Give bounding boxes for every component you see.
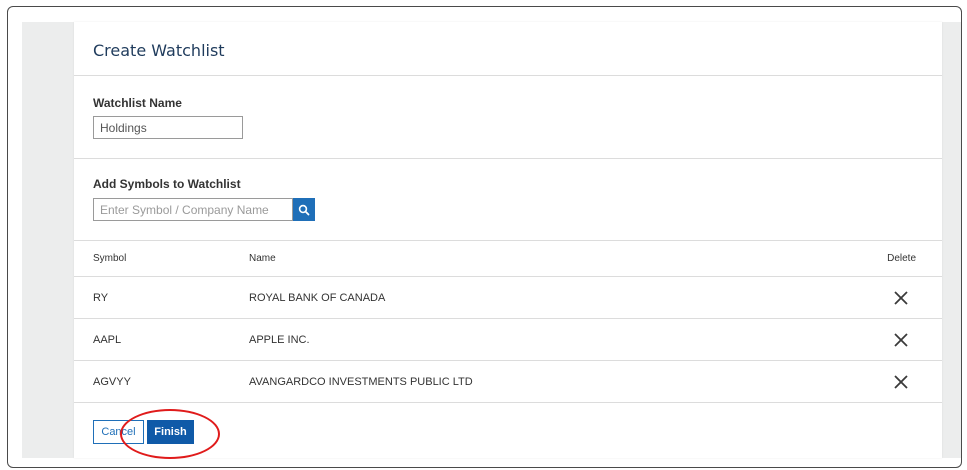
- row-name: APPLE INC.: [249, 334, 310, 346]
- delete-row-button[interactable]: [892, 289, 910, 307]
- create-watchlist-dialog: Create Watchlist Watchlist Name Add Symb…: [74, 22, 942, 458]
- page-backdrop: Create Watchlist Watchlist Name Add Symb…: [22, 22, 961, 458]
- dialog-header: Create Watchlist: [74, 22, 942, 76]
- watchlist-name-label: Watchlist Name: [93, 96, 182, 110]
- row-name: AVANGARDCO INVESTMENTS PUBLIC LTD: [249, 376, 473, 388]
- watchlist-name-section: Watchlist Name: [74, 76, 942, 159]
- column-header-delete: Delete: [887, 253, 916, 264]
- dialog-title: Create Watchlist: [93, 41, 225, 60]
- add-symbols-section: Add Symbols to Watchlist: [74, 159, 942, 241]
- delete-row-button[interactable]: [892, 373, 910, 391]
- table-row: AAPL APPLE INC.: [74, 319, 942, 361]
- row-symbol: AAPL: [93, 334, 122, 346]
- row-symbol: AGVYY: [93, 376, 131, 388]
- table-header-row: Symbol Name Delete: [74, 241, 942, 277]
- column-header-name: Name: [249, 253, 276, 264]
- delete-row-button[interactable]: [892, 331, 910, 349]
- add-symbols-label: Add Symbols to Watchlist: [93, 177, 241, 191]
- column-header-symbol: Symbol: [93, 253, 127, 264]
- search-icon: [298, 204, 310, 215]
- symbol-search-input[interactable]: [93, 198, 293, 221]
- row-symbol: RY: [93, 292, 109, 304]
- row-name: ROYAL BANK OF CANADA: [249, 292, 386, 304]
- close-icon: [894, 291, 908, 305]
- close-icon: [894, 333, 908, 347]
- finish-button[interactable]: Finish: [147, 420, 194, 444]
- window-frame: Create Watchlist Watchlist Name Add Symb…: [7, 6, 962, 468]
- search-button[interactable]: [293, 198, 315, 221]
- table-row: AGVYY AVANGARDCO INVESTMENTS PUBLIC LTD: [74, 361, 942, 403]
- close-icon: [894, 375, 908, 389]
- watchlist-name-input[interactable]: [93, 116, 243, 139]
- cancel-button[interactable]: Cancel: [93, 420, 144, 444]
- table-row: RY ROYAL BANK OF CANADA: [74, 277, 942, 319]
